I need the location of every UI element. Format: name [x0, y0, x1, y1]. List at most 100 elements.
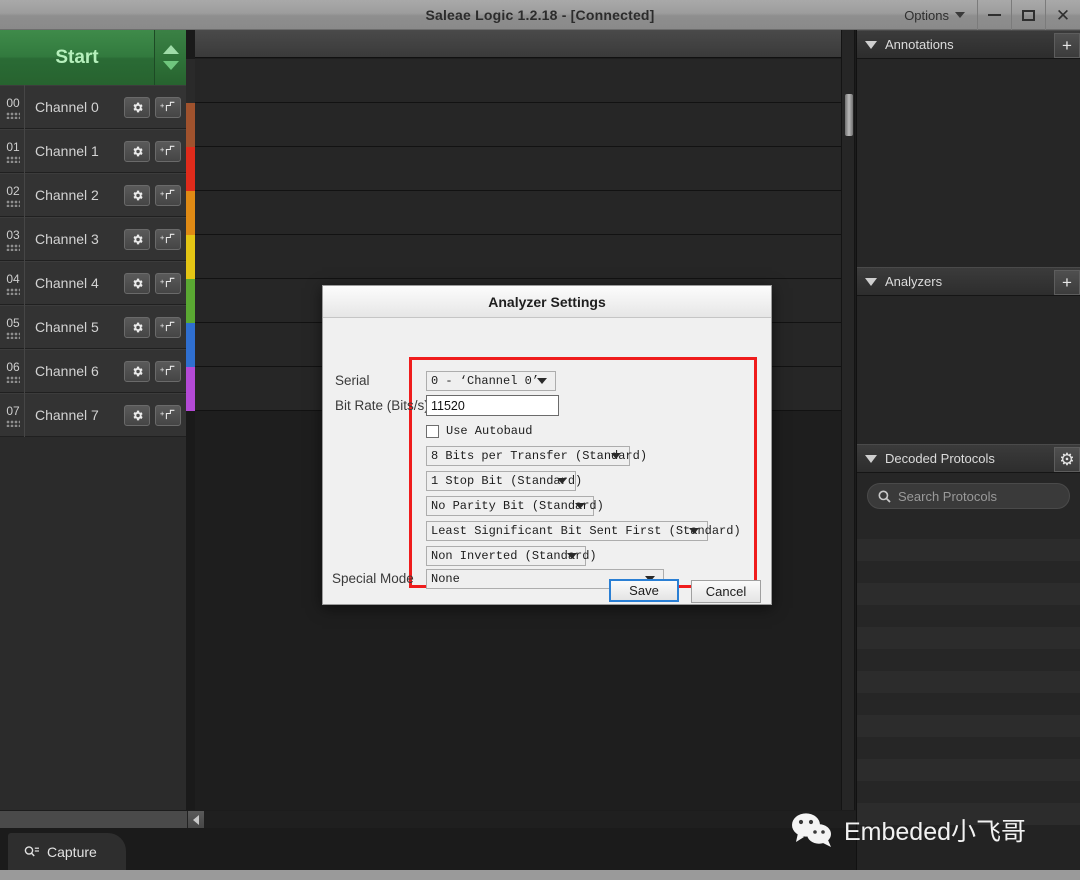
caret-left-icon	[193, 815, 199, 825]
drag-grip-icon[interactable]	[6, 199, 20, 207]
channel-settings-button[interactable]	[124, 316, 150, 338]
caret-down-icon[interactable]	[162, 61, 179, 70]
chevron-down-icon[interactable]	[865, 277, 877, 286]
channel-settings-button[interactable]	[124, 140, 150, 162]
caret-up-icon[interactable]	[162, 45, 179, 54]
use-autobaud-checkbox-row[interactable]: Use Autobaud	[426, 424, 532, 438]
section-header-analyzers[interactable]: Analyzers +	[857, 267, 1080, 296]
channel-row[interactable]: 04 Channel 4 +	[0, 261, 186, 305]
section-header-decoded-protocols[interactable]: Decoded Protocols ⚙	[857, 444, 1080, 473]
channel-row[interactable]: 02 Channel 2 +	[0, 173, 186, 217]
time-ruler[interactable]	[195, 30, 841, 58]
chevron-down-icon	[575, 503, 585, 509]
minimize-button[interactable]	[978, 0, 1012, 30]
section-header-annotations[interactable]: Annotations +	[857, 30, 1080, 59]
horizontal-scrollbar-thumb[interactable]	[0, 811, 188, 829]
protocol-row[interactable]	[857, 605, 1080, 627]
drag-grip-icon[interactable]	[6, 419, 20, 427]
parity-select[interactable]: No Parity Bit (Standard)	[426, 496, 604, 516]
horizontal-scrollbar[interactable]	[0, 810, 856, 829]
cancel-button[interactable]: Cancel	[691, 580, 761, 603]
waveform-row[interactable]	[195, 147, 841, 191]
tab-capture[interactable]: Capture	[8, 833, 126, 870]
options-menu-button[interactable]: Options	[892, 0, 978, 30]
inversion-select[interactable]: Non Inverted (Standard)	[426, 546, 597, 566]
decoded-protocols-settings-button[interactable]: ⚙	[1054, 447, 1080, 472]
channel-settings-button[interactable]	[124, 404, 150, 426]
capture-options-stepper[interactable]	[155, 30, 186, 85]
protocol-row[interactable]	[857, 671, 1080, 693]
drag-grip-icon[interactable]	[6, 287, 20, 295]
protocol-row[interactable]	[857, 715, 1080, 737]
channel-row[interactable]: 03 Channel 3 +	[0, 217, 186, 261]
waveform-row[interactable]	[195, 59, 841, 103]
search-protocols-box[interactable]: Search Protocols	[867, 483, 1070, 509]
channel-name: Channel 2	[35, 187, 99, 203]
drag-grip-icon[interactable]	[6, 155, 20, 163]
chevron-down-icon[interactable]	[865, 40, 877, 49]
channel-number: 04	[0, 272, 24, 295]
vertical-scrollbar-thumb[interactable]	[845, 94, 853, 136]
channel-trigger-button[interactable]: +	[155, 272, 181, 294]
bit-order-select[interactable]: Least Significant Bit Sent First (Standa…	[426, 521, 741, 541]
protocol-row[interactable]	[857, 781, 1080, 803]
protocol-row-list	[857, 517, 1080, 825]
channel-row[interactable]: 07 Channel 7 +	[0, 393, 186, 437]
stop-bit-select[interactable]: 1 Stop Bit (Standard)	[426, 471, 582, 491]
protocol-row[interactable]	[857, 737, 1080, 759]
waveform-row[interactable]	[195, 103, 841, 147]
drag-grip-icon[interactable]	[6, 375, 20, 383]
channel-color-strip	[186, 367, 195, 411]
bits-per-transfer-select[interactable]: 8 Bits per Transfer (Standard)	[426, 446, 647, 466]
channel-color-strip	[186, 147, 195, 191]
drag-grip-icon[interactable]	[6, 243, 20, 251]
add-analyzer-button[interactable]: +	[1054, 270, 1080, 295]
maximize-icon	[1022, 9, 1035, 21]
waveform-row[interactable]	[195, 235, 841, 279]
channel-row[interactable]: 01 Channel 1 +	[0, 129, 186, 173]
scroll-left-button[interactable]	[188, 811, 204, 829]
channel-settings-button[interactable]	[124, 96, 150, 118]
maximize-button[interactable]	[1012, 0, 1046, 30]
waveform-row[interactable]	[195, 191, 841, 235]
channel-trigger-button[interactable]: +	[155, 360, 181, 382]
channel-settings-button[interactable]	[124, 272, 150, 294]
title-bar: Saleae Logic 1.2.18 - [Connected] Option…	[0, 0, 1080, 30]
channel-row[interactable]: 06 Channel 6 +	[0, 349, 186, 393]
add-annotation-button[interactable]: +	[1054, 33, 1080, 58]
protocol-row[interactable]	[857, 561, 1080, 583]
protocol-row[interactable]	[857, 517, 1080, 539]
bitrate-input[interactable]: 11520	[426, 395, 559, 416]
save-button[interactable]: Save	[609, 579, 679, 602]
special-mode-label-row: Special Mode	[332, 571, 414, 586]
add-trigger-icon: +	[160, 233, 175, 243]
protocol-row[interactable]	[857, 583, 1080, 605]
drag-grip-icon[interactable]	[6, 111, 20, 119]
channel-trigger-button[interactable]: +	[155, 96, 181, 118]
serial-channel-select[interactable]: 0 - ‘Channel 0’	[426, 371, 556, 391]
protocol-row[interactable]	[857, 627, 1080, 649]
right-sidebar: Annotations + Analyzers + Decoded Protoc…	[856, 30, 1080, 880]
drag-grip-icon[interactable]	[6, 331, 20, 339]
channel-settings-button[interactable]	[124, 228, 150, 250]
horizontal-scrollbar-track[interactable]	[204, 811, 856, 829]
channel-row[interactable]: 05 Channel 5 +	[0, 305, 186, 349]
channel-settings-button[interactable]	[124, 360, 150, 382]
close-button[interactable]: ✕	[1046, 0, 1080, 30]
channel-trigger-button[interactable]: +	[155, 404, 181, 426]
start-capture-button[interactable]: Start	[0, 30, 155, 85]
channel-settings-button[interactable]	[124, 184, 150, 206]
channel-trigger-button[interactable]: +	[155, 228, 181, 250]
channel-trigger-button[interactable]: +	[155, 184, 181, 206]
channel-trigger-button[interactable]: +	[155, 316, 181, 338]
bitrate-label: Bit Rate (Bits/s)	[335, 398, 429, 413]
protocol-row[interactable]	[857, 649, 1080, 671]
vertical-scrollbar[interactable]	[841, 30, 855, 810]
channel-row[interactable]: 00 Channel 0 +	[0, 85, 186, 129]
protocol-row[interactable]	[857, 693, 1080, 715]
chevron-down-icon[interactable]	[865, 454, 877, 463]
channel-trigger-button[interactable]: +	[155, 140, 181, 162]
protocol-row[interactable]	[857, 759, 1080, 781]
protocol-row[interactable]	[857, 539, 1080, 561]
use-autobaud-checkbox[interactable]	[426, 424, 439, 438]
